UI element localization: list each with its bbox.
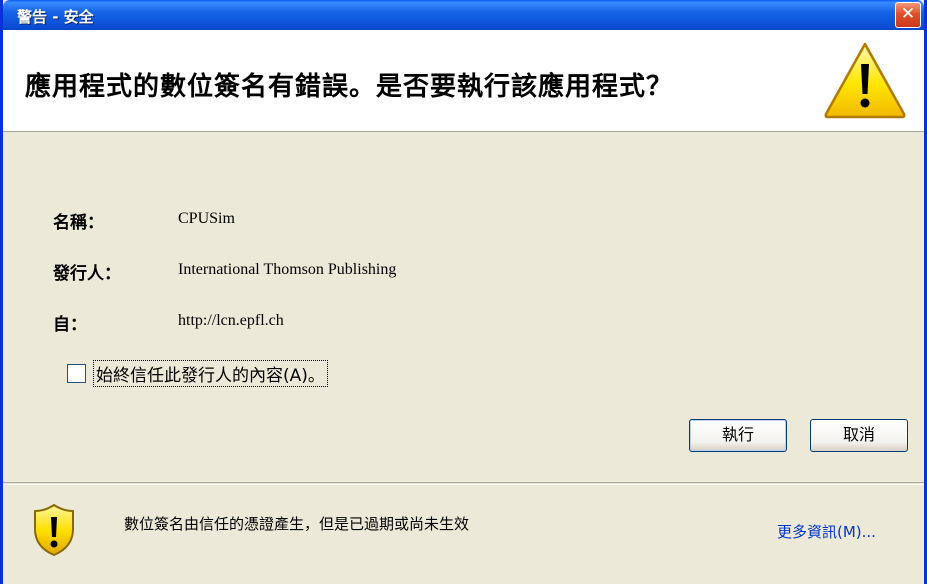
name-label: 名稱： bbox=[53, 213, 104, 233]
footer-divider bbox=[3, 484, 924, 485]
from-value: http://lcn.epfl.ch bbox=[178, 312, 284, 329]
title-bar[interactable]: 警告 - 安全 ✕ bbox=[3, 0, 924, 30]
trust-publisher-label[interactable]: 始終信任此發行人的內容(A)。 bbox=[93, 360, 328, 387]
warning-shield-icon bbox=[34, 504, 74, 556]
question-text: 應用程式的數位簽名有錯誤。是否要執行該應用程式？ bbox=[25, 72, 674, 102]
dialog-footer: 數位簽名由信任的憑證產生，但是已過期或尚未生效 更多資訊(M)... bbox=[3, 482, 924, 584]
more-information-link[interactable]: 更多資訊(M)... bbox=[777, 521, 876, 542]
name-value: CPUSim bbox=[178, 210, 235, 227]
cancel-button[interactable]: 取消 bbox=[810, 419, 908, 452]
window-title: 警告 - 安全 bbox=[17, 8, 94, 26]
trust-publisher-checkbox[interactable] bbox=[67, 364, 86, 383]
certificate-status-message: 數位簽名由信任的憑證產生，但是已過期或尚未生效 bbox=[124, 515, 470, 533]
warning-triangle-icon bbox=[824, 42, 906, 119]
publisher-label: 發行人： bbox=[53, 264, 121, 284]
from-label: 自： bbox=[53, 315, 87, 335]
security-warning-dialog: 警告 - 安全 ✕ 應用程式的數位簽名有錯誤。是否要執行該應用程式？ 名稱： C… bbox=[0, 0, 927, 584]
publisher-value: International Thomson Publishing bbox=[178, 261, 397, 278]
run-button[interactable]: 執行 bbox=[689, 419, 787, 452]
close-button[interactable]: ✕ bbox=[895, 2, 921, 28]
dialog-header: 應用程式的數位簽名有錯誤。是否要執行該應用程式？ bbox=[3, 30, 924, 132]
